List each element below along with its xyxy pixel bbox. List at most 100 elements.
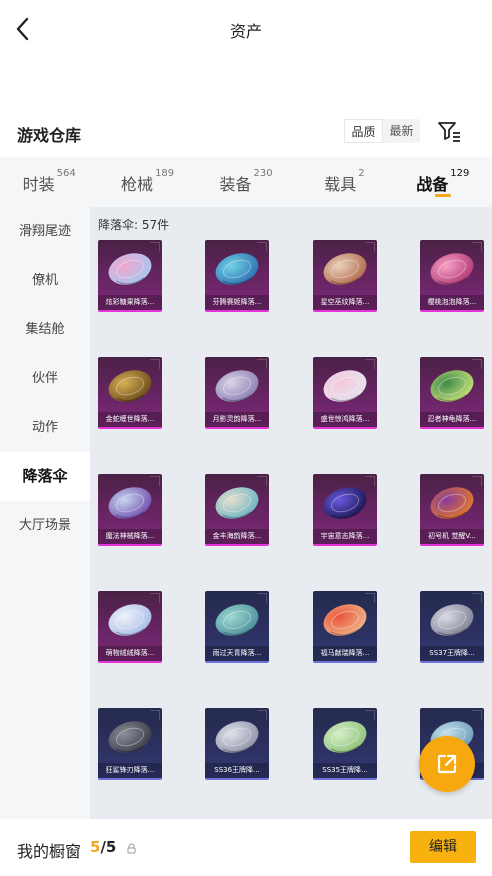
tab-label: 时装 <box>22 175 55 194</box>
parachute-item-card[interactable]: 樱桃泡泡降落... <box>420 240 484 312</box>
parachute-art-icon <box>323 604 367 636</box>
tab-vehicles[interactable]: 载具2 <box>295 157 393 207</box>
tab-combat-gear[interactable]: 战备129 <box>394 157 492 207</box>
tab-fashion[interactable]: 时装564 <box>0 157 98 207</box>
section-title: 游戏仓库 <box>17 126 82 145</box>
filter-button[interactable] <box>436 118 462 144</box>
share-fab-button[interactable] <box>419 736 475 792</box>
parachute-item-name: 雨过天青降落... <box>205 646 269 661</box>
parachute-item-name: 狂鲨锋刃降落... <box>98 763 162 778</box>
parachute-art-icon <box>323 370 367 402</box>
lock-icon <box>127 843 136 854</box>
bottom-bar: 我的橱窗 5/5 编辑 <box>0 819 492 876</box>
corner-mark-icon <box>365 476 375 486</box>
parachute-item-card[interactable]: 炫彩糖果降落... <box>98 240 162 312</box>
parachute-item-name: SS36王牌降... <box>205 763 269 778</box>
sidebar-item-wingman[interactable]: 僚机 <box>0 256 90 305</box>
parachute-art-icon <box>108 253 152 285</box>
parachute-item-name: 福马献瑞降落... <box>313 646 377 661</box>
parachute-art-icon <box>108 604 152 636</box>
parachute-art-icon <box>108 487 152 519</box>
parachute-item-name: 金蛇缠世降落... <box>98 412 162 427</box>
parachute-item-card[interactable]: 金丰海韵降落... <box>205 474 269 546</box>
app-root: 资产 游戏仓库 品质 最新 时装564 枪械189 装备230 载具2 战备12… <box>0 0 492 876</box>
tab-label: 枪械 <box>121 175 154 194</box>
corner-mark-icon <box>257 593 267 603</box>
parachute-item-card[interactable]: 金蛇缠世降落... <box>98 357 162 429</box>
corner-mark-icon <box>472 593 482 603</box>
sidebar-item-emote[interactable]: 动作 <box>0 403 90 452</box>
corner-mark-icon <box>365 359 375 369</box>
sort-toggle: 品质 最新 <box>344 119 420 143</box>
sidebar-item-companion[interactable]: 伙伴 <box>0 354 90 403</box>
parachute-item-card[interactable]: 忍者神龟降落... <box>420 357 484 429</box>
parachute-art-icon <box>108 370 152 402</box>
tab-count: 2 <box>358 168 365 179</box>
parachute-item-card[interactable]: SS37王牌降... <box>420 591 484 663</box>
parachute-item-name: 萌物绒绒降落... <box>98 646 162 661</box>
parachute-item-card[interactable]: SS35王牌降... <box>313 708 377 780</box>
parachute-item-card[interactable]: 雨过天青降落... <box>205 591 269 663</box>
edit-button[interactable]: 编辑 <box>410 831 476 863</box>
parachute-item-name: 盛世惊鸿降落... <box>313 412 377 427</box>
parachute-item-card[interactable]: 芬腾赛姬降落... <box>205 240 269 312</box>
sidebar-item-parachute[interactable]: 降落伞 <box>0 452 90 501</box>
parachute-art-icon <box>430 604 474 636</box>
corner-mark-icon <box>150 710 160 720</box>
corner-mark-icon <box>472 242 482 252</box>
sort-newest-button[interactable]: 最新 <box>383 119 420 143</box>
corner-mark-icon <box>472 710 482 720</box>
parachute-item-name: 初号机 觉醒V... <box>420 529 484 544</box>
parachute-item-card[interactable]: 月影灵韵降落... <box>205 357 269 429</box>
share-external-icon <box>437 754 457 774</box>
tab-label: 装备 <box>219 175 252 194</box>
subcategory-sidebar: 滑翔尾迹 僚机 集结舱 伙伴 动作 降落伞 大厅场景 <box>0 207 90 819</box>
corner-mark-icon <box>150 476 160 486</box>
parachute-art-icon <box>215 721 259 753</box>
parachute-item-card[interactable]: 狂鲨锋刃降落... <box>98 708 162 780</box>
parachute-item-name: 炫彩糖果降落... <box>98 295 162 310</box>
active-tab-indicator <box>434 194 451 197</box>
parachute-item-card[interactable]: 萌物绒绒降落... <box>98 591 162 663</box>
parachute-item-name: SS35王牌降... <box>313 763 377 778</box>
parachute-art-icon <box>215 487 259 519</box>
sidebar-item-rally-pod[interactable]: 集结舱 <box>0 305 90 354</box>
parachute-item-card[interactable]: 魔法神械降落... <box>98 474 162 546</box>
tab-count: 230 <box>253 168 273 179</box>
parachute-item-card[interactable]: 星空巫纹降落... <box>313 240 377 312</box>
tab-count: 129 <box>450 168 470 179</box>
corner-mark-icon <box>150 593 160 603</box>
corner-mark-icon <box>257 242 267 252</box>
tab-label: 战备 <box>416 175 449 194</box>
corner-mark-icon <box>150 242 160 252</box>
parachute-item-name: 忍者神龟降落... <box>420 412 484 427</box>
corner-mark-icon <box>150 359 160 369</box>
parachute-count-label: 降落伞: 57件 <box>98 218 170 232</box>
parachute-item-card[interactable]: 盛世惊鸿降落... <box>313 357 377 429</box>
tab-weapons[interactable]: 枪械189 <box>98 157 196 207</box>
tab-equipment[interactable]: 装备230 <box>197 157 295 207</box>
tab-count: 564 <box>56 168 76 179</box>
tab-count: 189 <box>155 168 175 179</box>
corner-mark-icon <box>365 710 375 720</box>
parachute-item-card[interactable]: 宇宙意志降落... <box>313 474 377 546</box>
parachute-art-icon <box>430 370 474 402</box>
corner-mark-icon <box>472 359 482 369</box>
showcase-count-current: 5 <box>90 838 101 856</box>
parachute-item-card[interactable]: SS36王牌降... <box>205 708 269 780</box>
parachute-item-card[interactable]: 初号机 觉醒V... <box>420 474 484 546</box>
top-bar: 资产 <box>0 0 492 58</box>
parachute-item-name: 星空巫纹降落... <box>313 295 377 310</box>
showcase-count-total: /5 <box>100 838 117 856</box>
parachute-item-name: 月影灵韵降落... <box>205 412 269 427</box>
parachute-item-name: SS37王牌降... <box>420 646 484 661</box>
filter-icon <box>438 122 460 142</box>
sort-quality-button[interactable]: 品质 <box>344 119 383 143</box>
sidebar-item-lobby-scene[interactable]: 大厅场景 <box>0 501 90 550</box>
item-grid-panel: 降落伞: 57件 炫彩糖果降落... 芬腾赛姬降落... 星空巫纹降落... 樱桃泡泡… <box>90 207 492 819</box>
parachute-item-name: 魔法神械降落... <box>98 529 162 544</box>
parachute-item-card[interactable]: 福马献瑞降落... <box>313 591 377 663</box>
showcase-count: 5/5 <box>90 838 116 856</box>
parachute-art-icon <box>430 253 474 285</box>
sidebar-item-glide-trail[interactable]: 滑翔尾迹 <box>0 207 90 256</box>
